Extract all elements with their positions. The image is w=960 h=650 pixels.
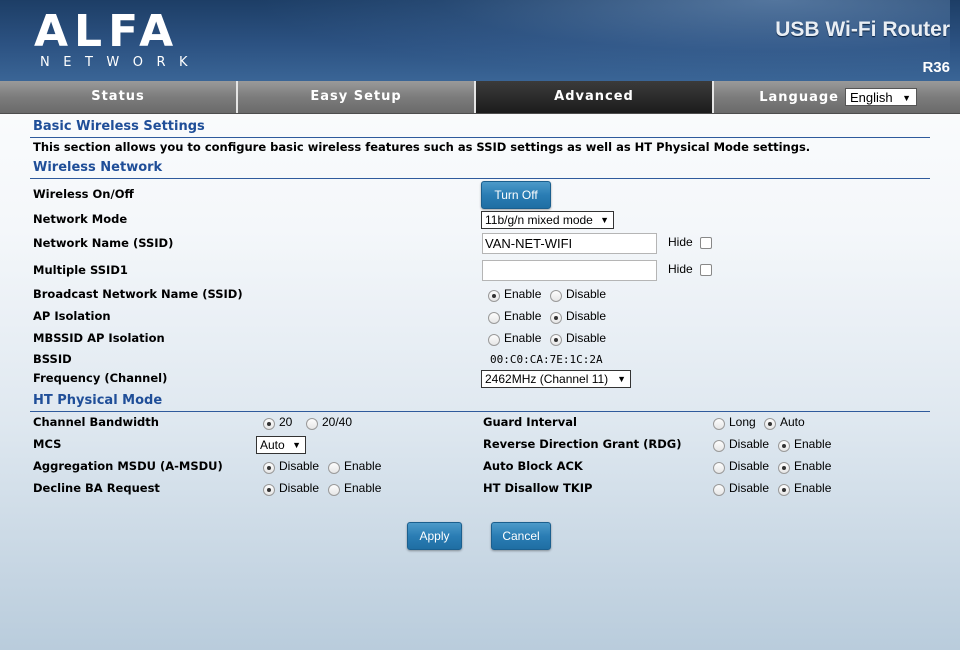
mbssid-isolation-label: MBSSID AP Isolation <box>33 331 165 345</box>
basic-settings-title: Basic Wireless Settings <box>33 119 205 134</box>
auto-block-ack-enable-radio[interactable] <box>778 462 790 474</box>
multiple-ssid-input[interactable] <box>482 260 657 281</box>
broadcast-enable-label: Enable <box>504 287 542 301</box>
ssid-hide-checkbox[interactable] <box>700 237 712 249</box>
turn-off-button[interactable]: Turn Off <box>481 181 551 209</box>
ssid-hide-label: Hide <box>668 235 693 249</box>
guard-auto-radio[interactable] <box>764 418 776 430</box>
guard-interval-label: Guard Interval <box>483 415 577 429</box>
alfa-logo: ALFA <box>34 6 180 57</box>
tab-advanced[interactable]: Advanced <box>476 81 714 113</box>
frequency-value: 2462MHz (Channel 11) <box>485 372 609 386</box>
broadcast-disable-label: Disable <box>566 287 607 301</box>
basic-settings-description: This section allows you to configure bas… <box>33 140 811 154</box>
bandwidth-2040-radio[interactable] <box>306 418 318 430</box>
auto-block-ack-disable-label: Disable <box>729 459 770 473</box>
tab-easy-setup[interactable]: Easy Setup <box>238 81 476 113</box>
broadcast-disable-radio[interactable] <box>550 290 562 302</box>
amsdu-enable-radio[interactable] <box>328 462 340 474</box>
broadcast-enable-radio[interactable] <box>488 290 500 302</box>
ap-isolation-disable-label: Disable <box>566 309 607 323</box>
multiple-ssid-label: Multiple SSID1 <box>33 263 128 277</box>
ssid-input[interactable]: VAN-NET-WIFI <box>482 233 657 254</box>
bssid-value: 00:C0:CA:7E:1C:2A <box>490 353 603 366</box>
mcs-select[interactable]: Auto ▼ <box>256 436 306 454</box>
amsdu-label: Aggregation MSDU (A-MSDU) <box>33 459 223 473</box>
apply-button[interactable]: Apply <box>407 522 462 550</box>
disallow-tkip-disable-label: Disable <box>729 481 770 495</box>
guard-auto-label: Auto <box>780 415 805 429</box>
multiple-ssid-hide-label: Hide <box>668 262 693 276</box>
decline-ba-disable-label: Disable <box>279 481 320 495</box>
channel-bandwidth-label: Channel Bandwidth <box>33 415 159 429</box>
rdg-disable-label: Disable <box>729 437 770 451</box>
auto-block-ack-disable-radio[interactable] <box>713 462 725 474</box>
frequency-select[interactable]: 2462MHz (Channel 11) ▼ <box>481 370 631 388</box>
chevron-down-icon: ▼ <box>292 440 301 450</box>
amsdu-disable-label: Disable <box>279 459 320 473</box>
rdg-disable-radio[interactable] <box>713 440 725 452</box>
divider <box>30 137 930 138</box>
header-banner: ALFA NETWORK USB Wi-Fi Router R36 <box>0 0 960 81</box>
chevron-down-icon: ▼ <box>902 93 911 103</box>
tab-status[interactable]: Status <box>0 81 238 113</box>
network-mode-value: 11b/g/n mixed mode <box>485 213 593 227</box>
guard-long-radio[interactable] <box>713 418 725 430</box>
language-value: English <box>850 90 893 105</box>
wireless-onoff-label: Wireless On/Off <box>33 187 134 201</box>
ap-isolation-enable-label: Enable <box>504 309 542 323</box>
multiple-ssid-hide-checkbox[interactable] <box>700 264 712 276</box>
mbssid-enable-radio[interactable] <box>488 334 500 346</box>
ap-isolation-label: AP Isolation <box>33 309 111 323</box>
auto-block-ack-label: Auto Block ACK <box>483 459 583 473</box>
disallow-tkip-label: HT Disallow TKIP <box>483 481 593 495</box>
mbssid-disable-radio[interactable] <box>550 334 562 346</box>
divider <box>30 411 930 412</box>
network-mode-select[interactable]: 11b/g/n mixed mode ▼ <box>481 211 614 229</box>
disallow-tkip-enable-radio[interactable] <box>778 484 790 496</box>
language-label: Language <box>759 89 839 105</box>
network-mode-label: Network Mode <box>33 212 128 226</box>
frequency-label: Frequency (Channel) <box>33 371 168 385</box>
disallow-tkip-enable-label: Enable <box>794 481 832 495</box>
bandwidth-2040-label: 20/40 <box>322 415 353 429</box>
main-nav: Status Easy Setup Advanced Language Engl… <box>0 81 960 114</box>
guard-long-label: Long <box>729 415 756 429</box>
chevron-down-icon: ▼ <box>600 215 609 225</box>
decline-ba-label: Decline BA Request <box>33 481 160 495</box>
ap-isolation-enable-radio[interactable] <box>488 312 500 324</box>
rdg-label: Reverse Direction Grant (RDG) <box>483 437 682 451</box>
auto-block-ack-enable-label: Enable <box>794 459 832 473</box>
alfa-logo-subtext: NETWORK <box>40 55 202 70</box>
amsdu-disable-radio[interactable] <box>263 462 275 474</box>
language-select[interactable]: English ▼ <box>845 88 917 106</box>
rdg-enable-radio[interactable] <box>778 440 790 452</box>
rdg-enable-label: Enable <box>794 437 832 451</box>
disallow-tkip-disable-radio[interactable] <box>713 484 725 496</box>
model-name: R36 <box>922 59 950 76</box>
chevron-down-icon: ▼ <box>617 374 626 384</box>
mbssid-disable-label: Disable <box>566 331 607 345</box>
product-name: USB Wi-Fi Router <box>775 18 950 41</box>
bandwidth-20-label: 20 <box>279 415 293 429</box>
bssid-label: BSSID <box>33 352 72 366</box>
decline-ba-disable-radio[interactable] <box>263 484 275 496</box>
ap-isolation-disable-radio[interactable] <box>550 312 562 324</box>
ssid-label: Network Name (SSID) <box>33 236 174 250</box>
wireless-network-title: Wireless Network <box>33 160 163 175</box>
ht-physical-mode-title: HT Physical Mode <box>33 393 163 408</box>
mcs-label: MCS <box>33 437 62 451</box>
mbssid-enable-label: Enable <box>504 331 542 345</box>
mcs-value: Auto <box>260 438 285 452</box>
cancel-button[interactable]: Cancel <box>491 522 551 550</box>
amsdu-enable-label: Enable <box>344 459 382 473</box>
bandwidth-20-radio[interactable] <box>263 418 275 430</box>
decline-ba-enable-label: Enable <box>344 481 382 495</box>
divider <box>30 178 930 179</box>
decline-ba-enable-radio[interactable] <box>328 484 340 496</box>
broadcast-ssid-label: Broadcast Network Name (SSID) <box>33 287 243 301</box>
language-area: Language English ▼ <box>714 81 960 113</box>
